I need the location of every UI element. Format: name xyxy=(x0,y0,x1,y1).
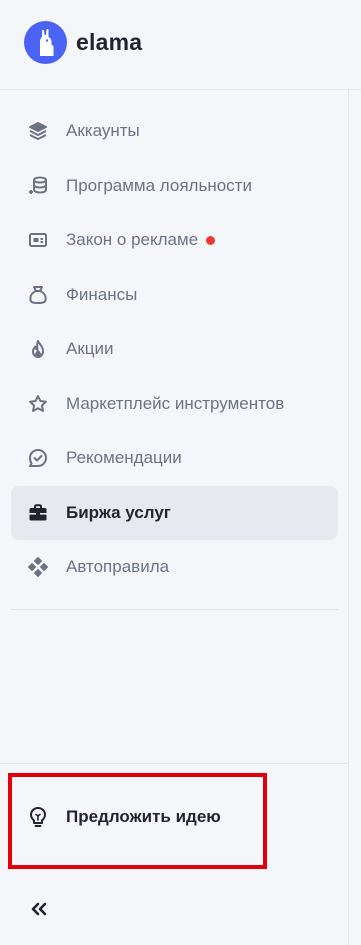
nav-item-tools-marketplace[interactable]: Маркетплейс инструментов xyxy=(11,377,338,431)
nav-item-services-exchange[interactable]: Биржа услуг xyxy=(11,485,338,540)
notification-dot xyxy=(206,235,216,245)
nav-item-accounts[interactable]: Аккаунты xyxy=(11,104,338,158)
lightbulb-icon xyxy=(27,806,49,828)
nav-item-label: Биржа услуг xyxy=(66,502,171,522)
nav-item-label: Маркетплейс инструментов xyxy=(66,393,285,413)
layers-icon xyxy=(27,120,49,142)
sidebar-border xyxy=(348,90,349,945)
main-navigation: Аккаунты Программа лояльности Закон о ре… xyxy=(11,104,338,595)
nav-item-loyalty-program[interactable]: Программа лояльности xyxy=(11,159,338,213)
star-icon xyxy=(27,393,49,415)
nav-item-finance[interactable]: Финансы xyxy=(11,268,338,322)
suggest-idea-button[interactable]: Предложить идею xyxy=(11,790,261,844)
coins-icon xyxy=(27,175,49,197)
nav-item-label: Финансы xyxy=(66,284,138,304)
nav-item-label: Программа лояльности xyxy=(66,175,252,195)
flame-icon xyxy=(27,338,49,360)
id-card-icon xyxy=(27,229,49,251)
brand-logo[interactable]: elama xyxy=(24,21,142,64)
nav-item-label: Аккаунты xyxy=(66,121,140,140)
llama-icon xyxy=(24,21,67,64)
nav-item-label: Автоправила xyxy=(66,557,170,576)
brand-name: elama xyxy=(76,29,143,55)
briefcase-icon xyxy=(27,502,49,524)
collapse-sidebar-button[interactable] xyxy=(27,899,51,923)
money-bag-icon xyxy=(27,284,49,306)
nav-item-label: Акции xyxy=(66,339,114,358)
nav-item-label: Рекомендации xyxy=(66,448,182,467)
sidebar-header: elama xyxy=(0,0,361,90)
double-chevron-left-icon xyxy=(31,902,47,921)
nav-item-recommendations[interactable]: Рекомендации xyxy=(11,431,338,485)
nav-item-autorules[interactable]: Автоправила xyxy=(11,540,338,594)
nav-item-ad-law[interactable]: Закон о рекламе xyxy=(11,213,338,267)
menu-divider xyxy=(11,609,338,610)
check-chat-icon xyxy=(27,447,49,469)
footer-divider xyxy=(0,763,349,764)
nav-item-promotions[interactable]: Акции xyxy=(11,322,338,376)
diamond-nodes-icon xyxy=(27,556,49,578)
nav-item-label: Закон о рекламе xyxy=(66,230,199,249)
suggest-idea-label: Предложить идею xyxy=(66,807,221,826)
